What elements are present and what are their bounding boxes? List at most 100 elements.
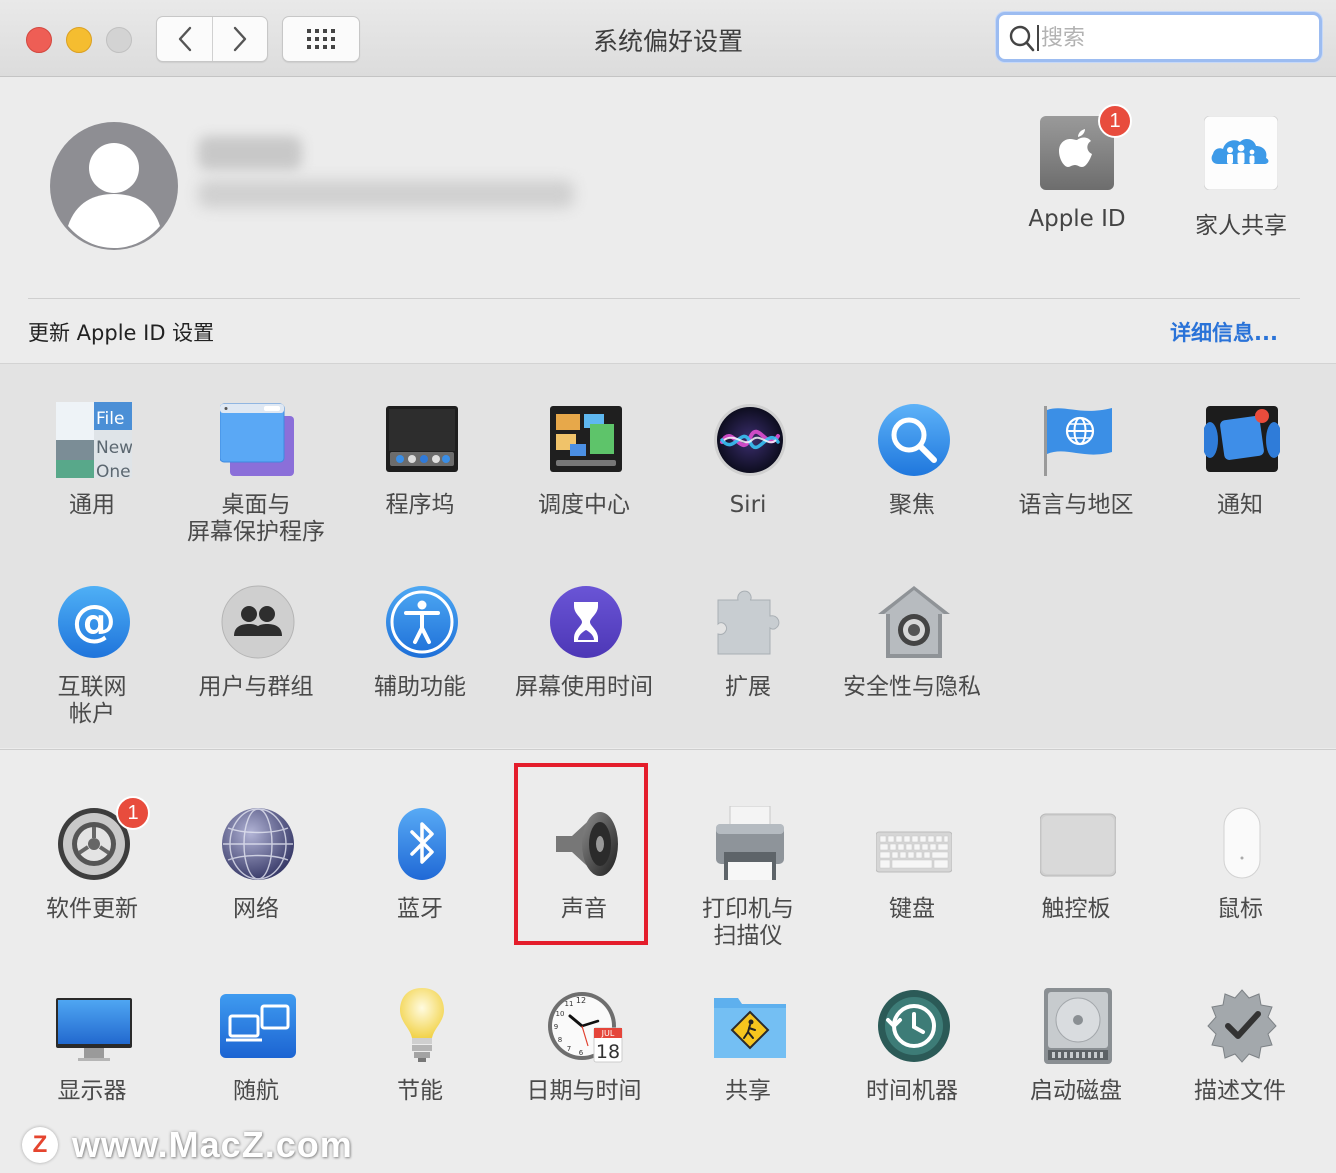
pref-label: 安全性与隐私: [843, 674, 981, 700]
zoom-button: [106, 27, 132, 53]
pref-label: 随航: [233, 1078, 279, 1104]
pref-label: 描述文件: [1194, 1078, 1286, 1104]
internet-accounts-icon: @: [58, 586, 130, 658]
pref-label: 显示器: [57, 1078, 127, 1104]
language-region-icon: [1044, 406, 1112, 476]
details-link[interactable]: 详细信息...: [1170, 317, 1278, 347]
pref-label: 用户与群组: [198, 674, 314, 700]
pref-label: 屏幕使用时间: [515, 674, 653, 700]
sharing-icon: [714, 998, 786, 1058]
users-groups-icon: [221, 585, 295, 659]
chevron-right-icon: [233, 26, 246, 52]
siri-icon: [714, 404, 786, 476]
clock-numeral: 11: [565, 1000, 574, 1008]
chevron-left-icon: [178, 26, 191, 52]
pref-label: 键盘: [889, 896, 935, 922]
pref-label: 程序坞: [385, 492, 455, 518]
general-icon: File New One: [56, 402, 132, 478]
pref-label: 网络: [233, 896, 279, 922]
apple-id-label: Apple ID: [1028, 206, 1126, 232]
desktop-screensaver-icon: [220, 403, 294, 476]
close-button[interactable]: [26, 27, 52, 53]
notifications-icon: [1204, 406, 1280, 472]
pref-label: 鼠标: [1217, 896, 1263, 922]
watermark-logo-icon: Z: [22, 1127, 58, 1163]
pref-label: 时间机器: [866, 1078, 958, 1104]
pref-label: 语言与地区: [1018, 492, 1134, 518]
watermark-text: www.MacZ.com: [72, 1124, 353, 1165]
spotlight-icon: [878, 404, 950, 476]
minimize-button[interactable]: [66, 27, 92, 53]
title-bar: 系统偏好设置: [0, 0, 1336, 77]
energy-saver-icon: [400, 988, 444, 1062]
mission-control-icon: [550, 406, 622, 472]
search-icon: [1009, 25, 1035, 52]
general-icon-text: File: [96, 409, 124, 429]
window-title: 系统偏好设置: [592, 27, 743, 56]
apple-id-pref[interactable]: 1 Apple ID: [1002, 104, 1152, 236]
clock-numeral: 7: [567, 1045, 571, 1053]
clock-numeral: 8: [558, 1036, 562, 1044]
forward-button[interactable]: [212, 17, 267, 61]
accessibility-icon: [386, 586, 458, 658]
svg-text:@: @: [72, 596, 116, 647]
printers-scanners-icon: [716, 806, 784, 880]
startup-disk-icon: [1044, 988, 1112, 1064]
sidecar-icon: [220, 994, 296, 1058]
user-subtitle-redacted: [198, 180, 574, 208]
divider: [28, 298, 1300, 299]
pref-label: 通知: [1217, 492, 1263, 518]
clock-numeral: 6: [579, 1049, 584, 1057]
pref-label: 触控板: [1041, 896, 1111, 922]
pref-label: 桌面与 屏幕保护程序: [187, 492, 325, 545]
bluetooth-icon: [398, 808, 446, 880]
apple-id-badge: 1: [1098, 104, 1132, 138]
displays-icon: [56, 998, 132, 1061]
pref-label: 通用: [69, 492, 115, 518]
back-button[interactable]: [157, 17, 213, 61]
profiles-icon: [1207, 989, 1277, 1063]
system-prefs-pane: [0, 749, 1336, 1173]
calendar-month: JUL: [601, 1029, 615, 1038]
pref-label: 互联网 帐户: [57, 674, 127, 727]
family-sharing-label: 家人共享: [1195, 213, 1287, 239]
pref-label: 日期与时间: [526, 1078, 642, 1104]
clock-numeral: 9: [554, 1023, 558, 1031]
family-sharing-icon: [1204, 116, 1278, 190]
navigation-buttons: [156, 16, 268, 62]
pref-label: 调度中心: [538, 492, 630, 518]
user-name-redacted: [198, 136, 302, 170]
pref-label: 蓝牙: [397, 896, 443, 922]
keyboard-icon: [876, 831, 952, 873]
pref-label: 软件更新: [46, 896, 138, 922]
search-input[interactable]: [1039, 21, 1313, 55]
security-privacy-icon: [878, 586, 950, 658]
general-icon-text: One: [96, 462, 131, 478]
sound-highlight-box: [514, 763, 648, 945]
network-icon: [222, 808, 294, 880]
date-time-icon: 12 11 10 9 8 7 6 JUL 18: [548, 992, 623, 1063]
pref-label: 节能: [397, 1078, 443, 1104]
clock-numeral: 10: [556, 1010, 565, 1018]
dock-icon: [386, 406, 458, 472]
pref-label: 打印机与 扫描仪: [702, 896, 794, 949]
trackpad-icon: [1040, 813, 1116, 877]
show-all-button[interactable]: [282, 16, 360, 62]
pref-label: 辅助功能: [374, 674, 466, 700]
watermark: Z www.MacZ.com: [22, 1124, 353, 1166]
pref-label: 扩展: [725, 674, 771, 700]
pref-label: 共享: [725, 1078, 771, 1104]
calendar-day: 18: [596, 1041, 620, 1063]
search-field[interactable]: [996, 12, 1322, 62]
mouse-icon: [1223, 807, 1261, 879]
extensions-icon: [717, 590, 780, 655]
pref-label: Siri: [729, 492, 767, 518]
software-update-badge: 1: [116, 796, 150, 830]
update-apple-id-notice: 更新 Apple ID 设置: [28, 321, 215, 345]
grid-icon: [307, 29, 335, 49]
general-icon-text: New: [96, 438, 132, 458]
clock-numeral: 12: [576, 996, 586, 1005]
pref-label: 聚焦: [889, 492, 935, 518]
family-sharing-pref[interactable]: 家人共享: [1166, 116, 1316, 239]
user-avatar-icon[interactable]: [50, 122, 178, 250]
